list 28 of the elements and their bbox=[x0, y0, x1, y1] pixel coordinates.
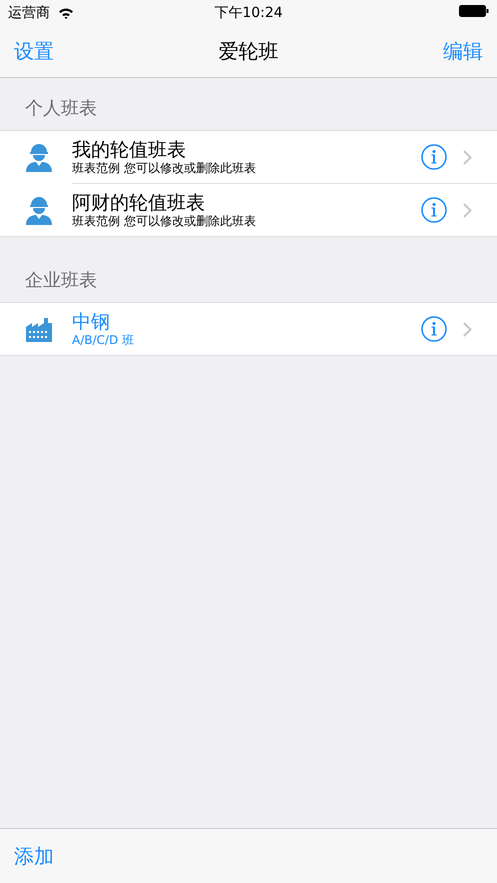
schedule-subtitle: A/B/C/D 班 bbox=[72, 332, 136, 348]
schedule-row[interactable]: 中钢 A/B/C/D 班 bbox=[0, 303, 497, 355]
battery-icon bbox=[459, 4, 489, 16]
nav-title: 爱轮班 bbox=[218, 38, 278, 64]
carrier-name: 运营商 bbox=[8, 4, 50, 22]
chevron-icon bbox=[463, 322, 472, 336]
wifi-icon bbox=[58, 6, 74, 18]
section-header: 企业班表 bbox=[25, 269, 97, 292]
edit-button[interactable]: 编辑 bbox=[443, 38, 483, 64]
schedule-row[interactable]: 我的轮值班表 班表范例 您可以修改或删除此班表 bbox=[0, 131, 497, 183]
add-button[interactable]: 添加 bbox=[14, 842, 54, 870]
worker-icon bbox=[25, 194, 53, 226]
chevron-icon bbox=[463, 150, 472, 164]
schedule-title: 我的轮值班表 bbox=[72, 138, 187, 160]
schedule-row[interactable]: 阿财的轮值班表 班表范例 您可以修改或删除此班表 bbox=[72, 183, 497, 236]
settings-button[interactable]: 设置 bbox=[14, 38, 54, 64]
info-icon[interactable] bbox=[421, 197, 447, 223]
chevron-icon bbox=[463, 202, 472, 218]
status-time: 下午10:24 bbox=[214, 4, 283, 22]
section-header: 个人班表 bbox=[25, 97, 97, 120]
info-icon[interactable] bbox=[421, 316, 447, 342]
factory-icon bbox=[25, 315, 53, 343]
worker-icon bbox=[25, 141, 53, 173]
schedule-subtitle: 班表范例 您可以修改或删除此班表 bbox=[72, 214, 257, 228]
schedule-subtitle: 班表范例 您可以修改或删除此班表 bbox=[72, 160, 257, 176]
info-icon[interactable] bbox=[421, 144, 447, 170]
schedule-title: 阿财的轮值班表 bbox=[72, 192, 206, 214]
schedule-title: 中钢 bbox=[72, 310, 111, 332]
